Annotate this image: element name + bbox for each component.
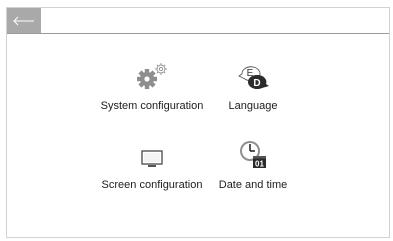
monitor-icon: [141, 150, 163, 167]
language-badge-front: D: [253, 78, 260, 89]
date-and-time-item[interactable]: 01 Date and time: [198, 139, 308, 192]
screen-configuration-label: Screen configuration: [101, 179, 203, 191]
header-bar: [7, 8, 389, 34]
app-window: [6, 7, 390, 238]
system-configuration-item[interactable]: System configuration: [97, 60, 207, 113]
calendar-date-text: 01: [255, 160, 264, 169]
date-and-time-label: Date and time: [218, 179, 288, 191]
arrow-left-icon: [13, 16, 34, 25]
clock-calendar-icon: 01: [240, 141, 266, 169]
back-button[interactable]: [7, 8, 41, 33]
language-icon: E D: [238, 66, 269, 89]
language-label: Language: [228, 100, 278, 112]
gears-icon: [137, 63, 167, 89]
system-configuration-label: System configuration: [100, 100, 204, 112]
language-item[interactable]: E D Language: [198, 60, 308, 113]
screen-configuration-item[interactable]: Screen configuration: [97, 139, 207, 192]
